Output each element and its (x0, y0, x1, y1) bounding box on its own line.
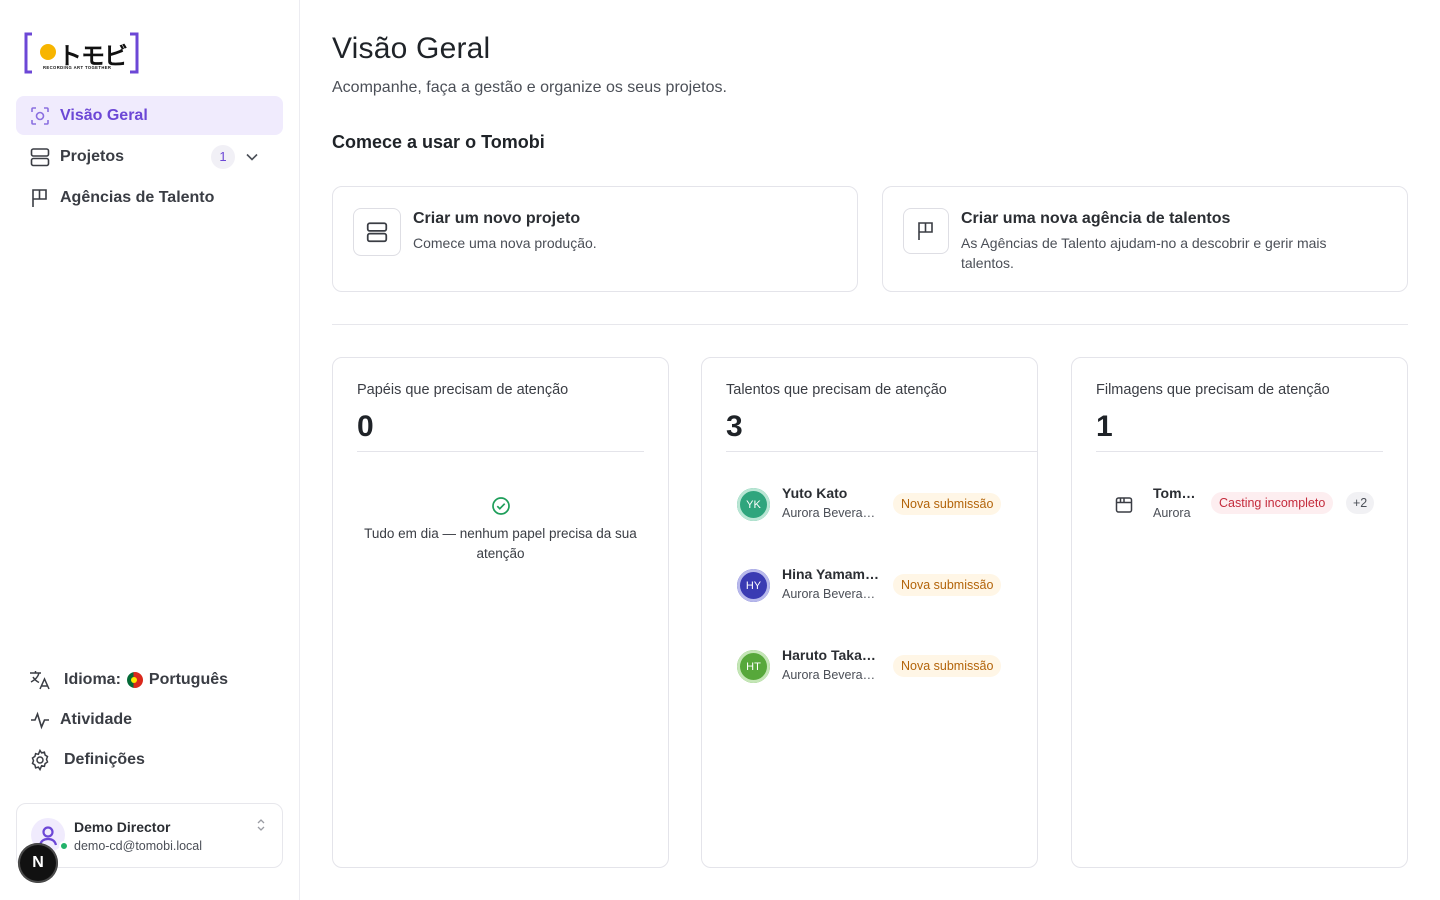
roles-attention-card: Papéis que precisam de atenção 0 Tudo em… (332, 357, 669, 868)
status-badge: Nova submissão (893, 655, 1002, 677)
shoot-name: Tomobi (1153, 485, 1199, 501)
create-project-card[interactable]: Criar um novo projeto Comece uma nova pr… (332, 186, 858, 292)
talents-attention-count: 3 (726, 410, 743, 443)
chevron-down-icon[interactable] (241, 146, 263, 168)
shoots-attention-count: 1 (1096, 410, 1113, 443)
projects-icon (353, 208, 401, 256)
nav-item-activity[interactable]: Atividade (16, 700, 283, 740)
flag-icon (903, 208, 949, 254)
nav-item-projects[interactable]: Projetos 1 (16, 137, 283, 176)
nav-label-talent-agencies: Agências de Talento (60, 188, 215, 206)
roles-attention-label: Papéis que precisam de atenção (357, 382, 569, 398)
talent-project: Aurora Beverages (782, 668, 877, 682)
talent-row[interactable]: HT Haruto Takahashi Aurora Beverages Nov… (737, 644, 1017, 688)
user-email: demo-cd@tomobi.local (74, 839, 203, 853)
status-badge: Nova submissão (893, 574, 1002, 596)
overview-icon (28, 104, 52, 128)
empty-state: Tudo em dia — nenhum papel precisa da su… (357, 496, 644, 564)
main-nav: Visão Geral Projetos 1 Agências de Talen… (16, 96, 283, 219)
avatar: YK (737, 488, 770, 521)
create-agency-card[interactable]: Criar uma nova agência de talentos As Ag… (882, 186, 1408, 292)
more-count-badge: +2 (1346, 492, 1375, 514)
translate-icon (28, 668, 52, 692)
shoot-project: Aurora (1153, 506, 1191, 520)
language-prefix: Idioma: (64, 671, 121, 688)
language-selector[interactable]: Idioma: Português (16, 660, 283, 700)
create-project-title: Criar um novo projeto (413, 210, 581, 227)
talent-row[interactable]: HY Hina Yamamoto Aurora Beverages Nova s… (737, 563, 1017, 607)
dev-tools-badge[interactable]: N (18, 843, 58, 883)
nav-item-overview[interactable]: Visão Geral (16, 96, 283, 135)
avatar: HY (737, 569, 770, 602)
portugal-flag-icon (126, 672, 143, 688)
create-project-desc: Comece uma nova produção. (413, 235, 597, 251)
calendar-icon (1114, 495, 1136, 517)
nav-label-settings: Definições (64, 751, 145, 768)
talent-project: Aurora Beverages (782, 506, 877, 520)
check-circle-icon (491, 496, 511, 516)
sidebar: トモビ RECORDING ART TOGETHER Visão Geral P… (0, 0, 300, 900)
talent-row[interactable]: YK Yuto Kato Aurora Beverages Nova submi… (737, 482, 1017, 526)
logo-tagline: RECORDING ART TOGETHER (43, 65, 112, 70)
page-subtitle: Acompanhe, faça a gestão e organize os s… (332, 79, 727, 96)
avatar: HT (737, 650, 770, 683)
roles-attention-count: 0 (357, 410, 374, 443)
card-divider (1096, 451, 1383, 452)
empty-state-text: Tudo em dia — nenhum papel precisa da su… (364, 526, 637, 561)
projects-count-badge: 1 (211, 144, 235, 169)
tomobi-logo[interactable]: トモビ RECORDING ART TOGETHER (24, 32, 140, 74)
nav-label-activity: Atividade (60, 711, 133, 728)
page-title: Visão Geral (332, 32, 491, 65)
nav-item-talent-agencies[interactable]: Agências de Talento (16, 178, 283, 217)
talent-name: Hina Yamamoto (782, 566, 882, 582)
chevron-up-down-icon (254, 816, 268, 834)
card-divider (726, 451, 1038, 452)
nav-label-projects: Projetos (60, 147, 125, 165)
shoot-row[interactable]: Tomobi Aurora Casting incompleto +2 (1114, 485, 1394, 529)
shoots-attention-label: Filmagens que precisam de atenção (1096, 382, 1330, 398)
user-name: Demo Director (74, 819, 171, 835)
activity-icon (28, 708, 52, 732)
section-divider (332, 324, 1408, 325)
talents-attention-label: Talentos que precisam de atenção (726, 382, 947, 398)
flag-icon (28, 186, 52, 210)
talents-attention-card: Talentos que precisam de atenção 3 YK Yu… (701, 357, 1038, 868)
projects-icon (28, 145, 52, 169)
create-agency-desc: As Agências de Talento ajudam-no a desco… (961, 235, 1327, 271)
card-divider (357, 451, 644, 452)
create-agency-title: Criar uma nova agência de talentos (961, 210, 1231, 227)
status-badge: Nova submissão (893, 493, 1002, 515)
bottom-nav: Idioma: Português Atividade Definições (16, 660, 283, 780)
gear-icon (28, 748, 52, 772)
nav-item-settings[interactable]: Definições (16, 740, 283, 780)
getting-started-title: Comece a usar o Tomobi (332, 132, 545, 152)
language-value: Português (148, 671, 229, 688)
status-badge: Casting incompleto (1211, 492, 1334, 514)
nav-label-overview: Visão Geral (60, 106, 148, 124)
talent-name: Yuto Kato (782, 485, 848, 501)
talent-project: Aurora Beverages (782, 587, 877, 601)
talent-name: Haruto Takahashi (782, 647, 882, 663)
shoots-attention-card: Filmagens que precisam de atenção 1 Tomo… (1071, 357, 1408, 868)
online-status-dot (59, 841, 69, 851)
